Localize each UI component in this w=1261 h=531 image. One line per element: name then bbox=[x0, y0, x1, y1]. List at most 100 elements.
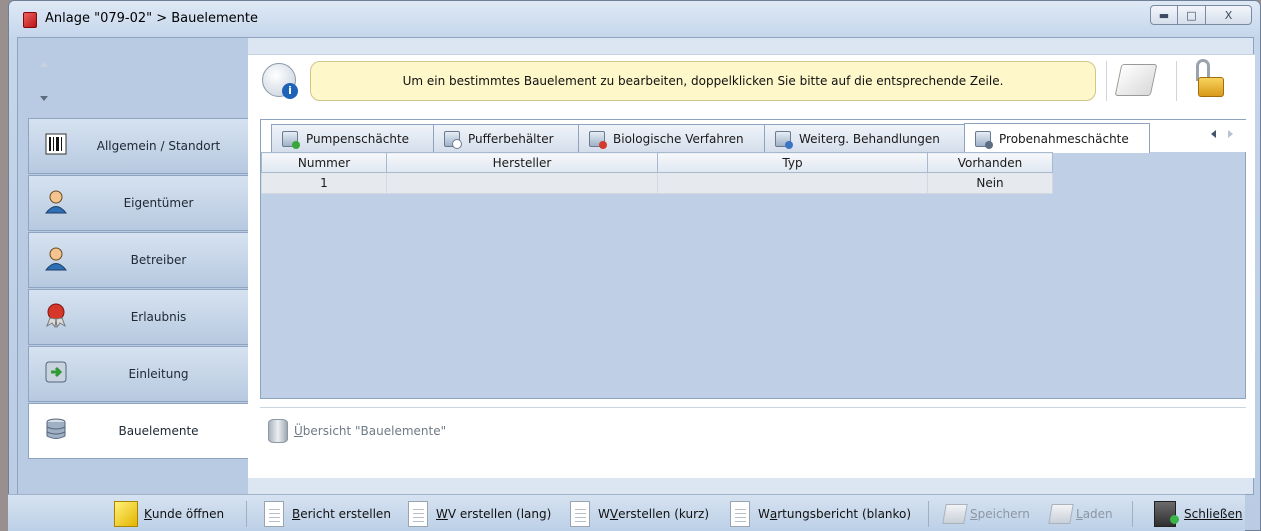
box-icon bbox=[1048, 504, 1074, 524]
sidebar-item-betreiber[interactable]: Betreiber bbox=[28, 232, 248, 288]
document-icon bbox=[264, 501, 284, 527]
sidebar-item-eigentuemer[interactable]: Eigentümer bbox=[28, 175, 248, 231]
content-area: Allgemein / Standort Eigentümer Betreibe… bbox=[17, 37, 1255, 495]
database-icon bbox=[46, 418, 66, 439]
tabs-panel: Pumpenschächte Pufferbehälter Biologisch… bbox=[260, 119, 1247, 399]
column-header-hersteller[interactable]: Hersteller bbox=[386, 152, 658, 173]
bericht-erstellen-button[interactable]: Bericht erstellen bbox=[258, 499, 397, 529]
schliessen-button[interactable]: Schließen bbox=[1148, 499, 1248, 529]
sidebar-item-label: Einleitung bbox=[128, 367, 189, 381]
cell-typ bbox=[657, 172, 928, 194]
seal-icon bbox=[46, 303, 66, 328]
sidebar-item-label: Allgemein / Standort bbox=[96, 139, 221, 153]
database-arrow-icon bbox=[45, 361, 67, 383]
document-icon bbox=[408, 501, 428, 527]
tab-strip: Pumpenschächte Pufferbehälter Biologisch… bbox=[261, 120, 1247, 153]
button-label: aden bbox=[1082, 507, 1113, 521]
speichern-button[interactable]: Speichern bbox=[938, 499, 1036, 529]
sidebar-item-einleitung[interactable]: Einleitung bbox=[28, 346, 248, 402]
overview-label: bersicht "Bauelemente" bbox=[302, 424, 447, 438]
tab-label: Pumpenschächte bbox=[306, 131, 410, 146]
accel-key: S bbox=[1184, 507, 1192, 521]
close-icon: X bbox=[1224, 8, 1233, 22]
tab-label: Biologische Verfahren bbox=[613, 131, 744, 146]
tab-probenahmeschaechte[interactable]: Probenahmeschächte bbox=[964, 123, 1150, 153]
divider bbox=[1176, 61, 1177, 101]
column-header-typ[interactable]: Typ bbox=[657, 152, 928, 173]
document-icon bbox=[730, 501, 750, 527]
lock-icon[interactable] bbox=[1196, 59, 1226, 99]
button-label: erstellen (kurz) bbox=[618, 507, 710, 521]
divider bbox=[928, 501, 929, 527]
note-icon[interactable] bbox=[1114, 64, 1158, 96]
wv-erstellen-kurz-button[interactable]: WV erstellen (kurz) bbox=[564, 499, 715, 529]
button-label: chließen bbox=[1191, 507, 1243, 521]
sidebar-item-erlaubnis[interactable]: Erlaubnis bbox=[28, 289, 248, 345]
divider bbox=[1106, 61, 1107, 101]
wv-erstellen-lang-button[interactable]: WV erstellen (lang) bbox=[402, 499, 557, 529]
button-label: rtungsbericht (blanko) bbox=[777, 507, 912, 521]
tab-label: Pufferbehälter bbox=[468, 131, 554, 146]
tab-pufferbehaelter[interactable]: Pufferbehälter bbox=[433, 124, 579, 152]
tab-scroll-controls bbox=[1211, 130, 1233, 138]
sample-shaft-icon bbox=[975, 130, 993, 149]
bottom-toolbar: Kunde öffnen Bericht erstellen WV erstel… bbox=[8, 494, 1245, 531]
tab-scroll-right-icon[interactable] bbox=[1228, 130, 1233, 138]
minimize-button[interactable]: ▬ bbox=[1150, 5, 1178, 25]
info-banner: Um ein bestimmtes Bauelement zu bearbeit… bbox=[310, 61, 1096, 101]
scroll-down-icon[interactable] bbox=[40, 96, 48, 101]
accel-key: S bbox=[970, 507, 978, 521]
sidebar-item-label: Eigentümer bbox=[123, 196, 194, 210]
divider bbox=[260, 407, 1246, 408]
table-row[interactable]: 1 Nein bbox=[261, 172, 1053, 194]
accel-key: B bbox=[292, 507, 301, 521]
button-label: W bbox=[758, 507, 770, 521]
laden-button[interactable]: Laden bbox=[1044, 499, 1119, 529]
overview-accel: Ü bbox=[294, 424, 303, 438]
sidebar-item-bauelemente[interactable]: Bauelemente bbox=[28, 403, 248, 459]
cell-vorhanden: Nein bbox=[927, 172, 1053, 194]
close-button[interactable]: X bbox=[1206, 5, 1252, 25]
window-title: Anlage "079-02" > Bauelemente bbox=[45, 11, 258, 26]
tab-weiterg-behandlungen[interactable]: Weiterg. Behandlungen bbox=[764, 124, 965, 152]
buffer-tank-icon bbox=[444, 130, 462, 149]
tab-label: Probenahmeschächte bbox=[999, 131, 1129, 146]
data-table: Nummer Hersteller Typ Vorhanden 1 Nein bbox=[261, 152, 1053, 194]
button-label: W bbox=[598, 507, 610, 521]
accel-key: K bbox=[144, 507, 152, 521]
tab-biologische-verfahren[interactable]: Biologische Verfahren bbox=[578, 124, 765, 152]
treatment-icon bbox=[775, 130, 793, 149]
divider bbox=[246, 501, 247, 527]
cube-icon bbox=[114, 501, 138, 527]
scroll-up-icon[interactable] bbox=[40, 62, 48, 67]
button-label: unde öffnen bbox=[151, 507, 225, 521]
column-header-vorhanden[interactable]: Vorhanden bbox=[927, 152, 1053, 173]
accel-key: W bbox=[436, 507, 448, 521]
tab-scroll-left-icon[interactable] bbox=[1211, 130, 1216, 138]
main-panel: i Um ein bestimmtes Bauelement zu bearbe… bbox=[248, 54, 1255, 478]
column-header-nummer[interactable]: Nummer bbox=[261, 152, 387, 173]
pump-icon bbox=[282, 130, 300, 149]
table-header-row: Nummer Hersteller Typ Vorhanden bbox=[261, 152, 1053, 173]
cell-nummer: 1 bbox=[261, 172, 387, 194]
tab-pumpenschaechte[interactable]: Pumpenschächte bbox=[271, 124, 434, 152]
minimize-icon: ▬ bbox=[1158, 8, 1170, 22]
chat-info-icon: i bbox=[262, 63, 298, 99]
lock-body bbox=[1198, 77, 1224, 97]
button-label: ericht erstellen bbox=[300, 507, 391, 521]
sidebar-item-label: Bauelemente bbox=[118, 424, 199, 438]
divider bbox=[1132, 501, 1133, 527]
box-icon bbox=[942, 504, 968, 524]
exit-door-icon bbox=[1154, 501, 1179, 527]
accel-key: a bbox=[769, 507, 778, 521]
biology-icon bbox=[589, 130, 607, 149]
sidebar-item-allgemein[interactable]: Allgemein / Standort bbox=[28, 118, 248, 174]
maximize-button[interactable]: □ bbox=[1178, 5, 1206, 25]
overview-button[interactable]: Übersicht "Bauelemente" bbox=[268, 419, 446, 443]
sidebar-scroll bbox=[18, 38, 248, 118]
sidebar-item-label: Erlaubnis bbox=[130, 310, 187, 324]
kunde-oeffnen-button[interactable]: Kunde öffnen bbox=[108, 499, 230, 529]
person-icon bbox=[44, 190, 68, 214]
app-cube-icon bbox=[23, 12, 37, 28]
wartungsbericht-blanko-button[interactable]: Wa rtungsbericht (blanko) bbox=[724, 499, 917, 529]
